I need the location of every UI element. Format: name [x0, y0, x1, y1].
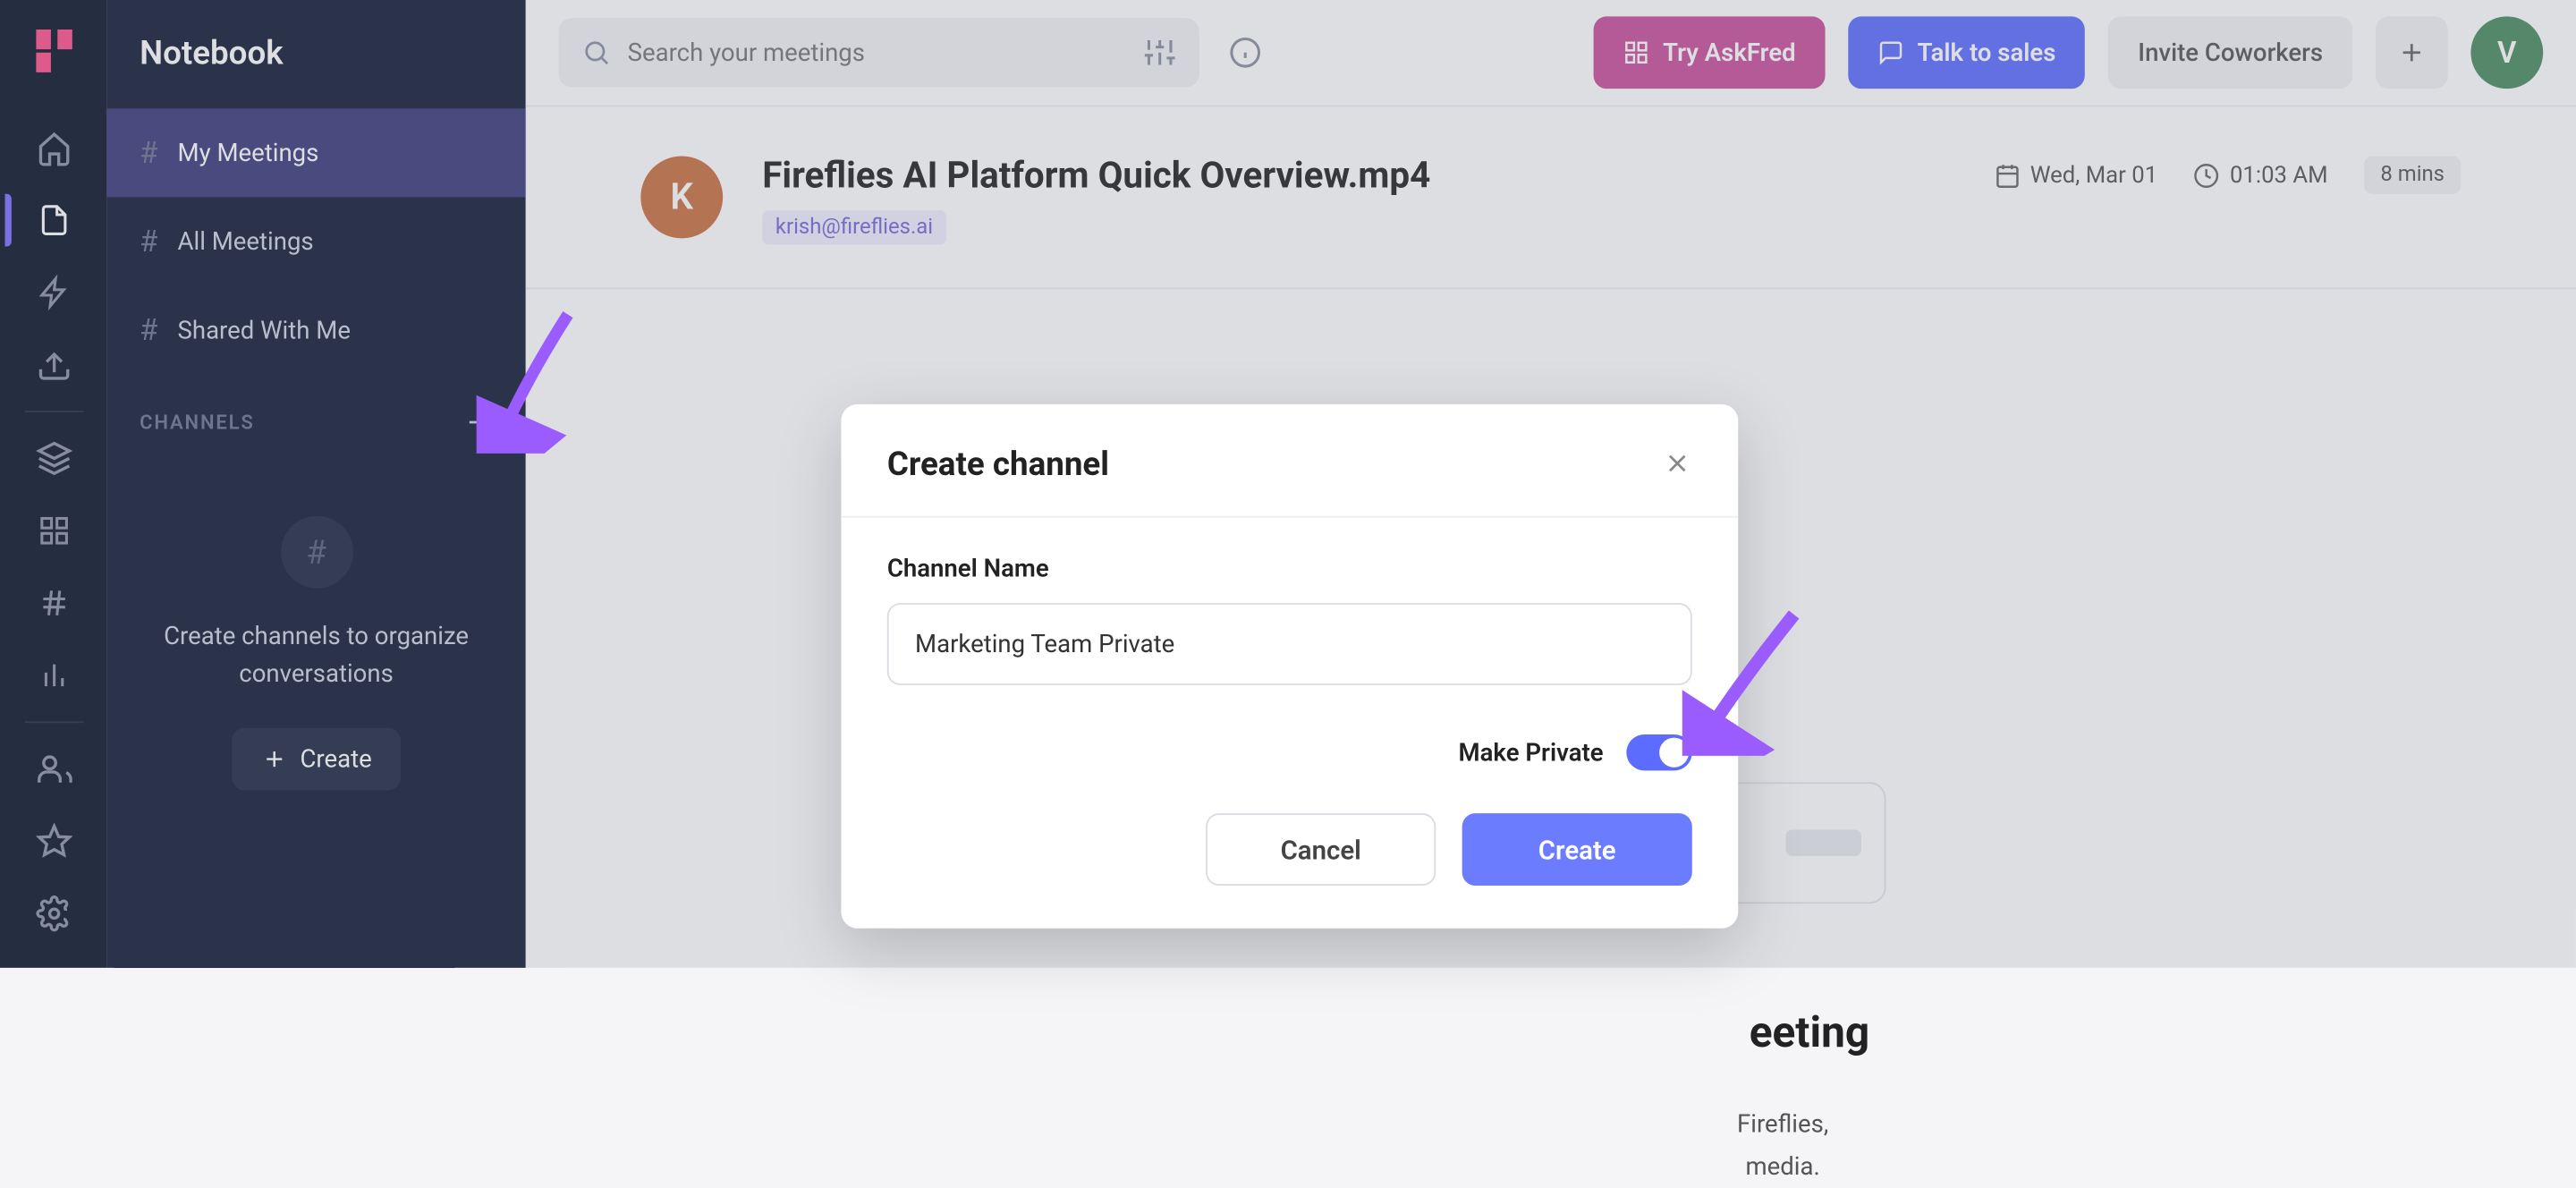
- close-icon[interactable]: [1663, 448, 1692, 478]
- create-button[interactable]: Create: [1462, 813, 1692, 886]
- ghost-heading: eeting: [1750, 1009, 1869, 1058]
- channel-name-input[interactable]: [887, 603, 1692, 685]
- modal-header: Create channel: [841, 404, 1738, 518]
- annotation-arrow-icon: [1682, 608, 1814, 756]
- button-label: Create: [1538, 834, 1616, 865]
- modal-body: Channel Name: [841, 518, 1738, 692]
- channel-name-label: Channel Name: [887, 554, 1692, 583]
- annotation-arrow-icon: [477, 306, 592, 454]
- button-label: Cancel: [1281, 834, 1361, 865]
- cancel-button[interactable]: Cancel: [1206, 813, 1436, 886]
- make-private-row: Make Private: [841, 692, 1738, 780]
- make-private-label: Make Private: [1459, 738, 1604, 768]
- modal-title: Create channel: [887, 444, 1109, 483]
- create-channel-modal: Create channel Channel Name Make Private…: [841, 404, 1738, 929]
- modal-footer: Cancel Create: [841, 780, 1738, 928]
- ghost-body-text: Fireflies, media.: [1737, 1104, 1828, 1188]
